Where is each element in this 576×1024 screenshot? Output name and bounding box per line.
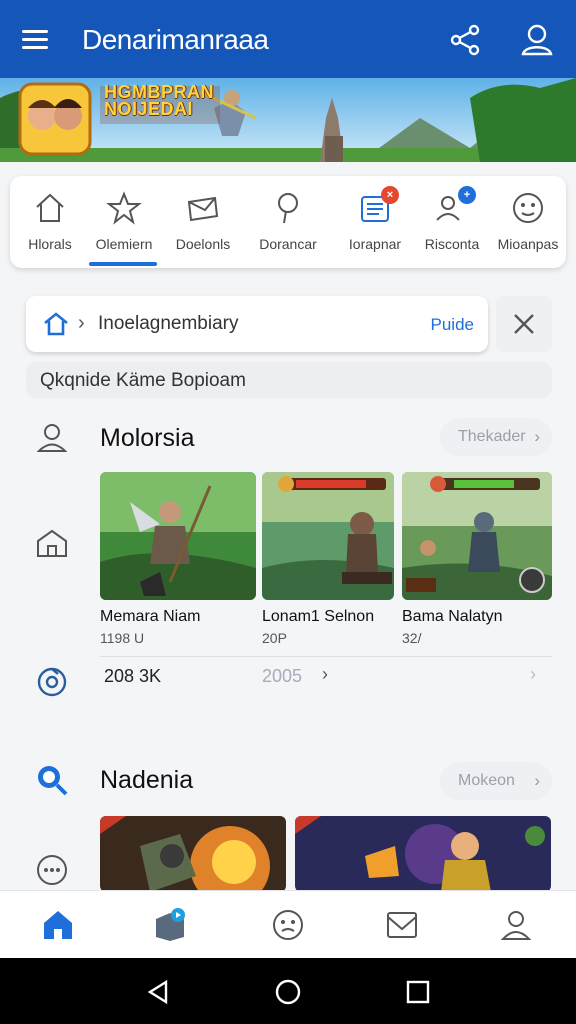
breadcrumb-action[interactable]: Puide [431,315,474,335]
target-icon[interactable] [34,664,70,700]
category-hlorals[interactable]: Hlorals [10,190,90,252]
chevron-right-icon: › [534,427,540,446]
envelope-icon [185,190,221,226]
system-navigation-bar [0,958,576,1024]
category-olemiern[interactable]: Olemiern [84,190,164,252]
home-outline-icon [32,190,68,226]
category-iorapnar[interactable]: × Iorapnar [335,186,415,252]
person-icon[interactable] [34,420,70,456]
home-icon[interactable] [42,310,70,338]
chevron-right-icon[interactable]: › [530,664,536,685]
face-icon[interactable] [270,907,306,943]
mail-icon[interactable] [384,907,420,943]
breadcrumb: › Inoelagnembiary Puide [26,296,488,352]
breadcrumb-text: Inoelagnembiary [98,313,239,334]
recents-icon[interactable] [404,978,432,1006]
section-title: Nadenia [100,766,194,794]
see-more-button[interactable]: Mokeon › [440,762,552,800]
game-thumbnail [402,472,552,600]
back-icon[interactable] [144,978,172,1006]
game-card[interactable] [295,816,551,892]
active-tab-indicator [89,262,157,266]
see-more-button[interactable]: Thekader › [440,418,552,456]
category-mioanpas[interactable]: Mioanpas [488,190,568,252]
game-card[interactable]: Lonam1 Selnon 20P [262,472,394,646]
game-card[interactable]: Bama Nalatyn 32/ [402,472,552,646]
people-icon: + [434,186,476,226]
chat-icon[interactable] [34,852,70,888]
category-dorancar[interactable]: Dorancar [248,190,328,252]
share-icon[interactable] [446,22,486,58]
star-icon [106,190,142,226]
chevron-right-icon: › [534,771,540,790]
game-card[interactable] [100,816,286,892]
game-banner[interactable] [0,78,576,162]
notification-badge: × [381,186,399,204]
home-icon[interactable] [40,907,76,943]
stat-primary: 208 3K [104,666,162,686]
game-card[interactable]: Memara Niam 1198 U [100,472,256,646]
app-title: Denarimanraaa [82,24,269,55]
chevron-right-icon[interactable]: › [322,664,328,685]
category-risconta[interactable]: + Risconta [412,186,492,252]
chevron-right-icon: › [78,312,85,334]
divider [100,656,552,657]
box-icon[interactable] [152,907,188,943]
category-bar: Hlorals Olemiern Doelonls Dorancar × Ior… [10,176,566,268]
list-icon: × [357,186,399,226]
menu-icon[interactable] [22,28,52,52]
close-icon [514,314,534,334]
person-icon[interactable] [516,20,558,60]
stat-secondary: 2005 [262,666,303,686]
pin-icon [270,190,306,226]
subtitle-bar: Qkqnide Käme Bopioam [26,362,552,398]
category-doelonls[interactable]: Doelonls [163,190,243,252]
house-icon[interactable] [34,526,70,562]
close-button[interactable] [496,296,552,352]
banner-title: HGMBPRAN NOIJEDAI [104,82,214,119]
game-thumbnail [262,472,394,600]
app-bar: Denarimanraaa [0,0,576,78]
section-title: Molorsia [100,424,195,452]
home-circle-icon[interactable] [274,978,302,1006]
search-icon[interactable] [34,762,70,798]
game-thumbnail [100,472,256,600]
face-icon [510,190,546,226]
bottom-navigation [0,890,576,958]
person-icon[interactable] [498,907,534,943]
add-badge: + [458,186,476,204]
